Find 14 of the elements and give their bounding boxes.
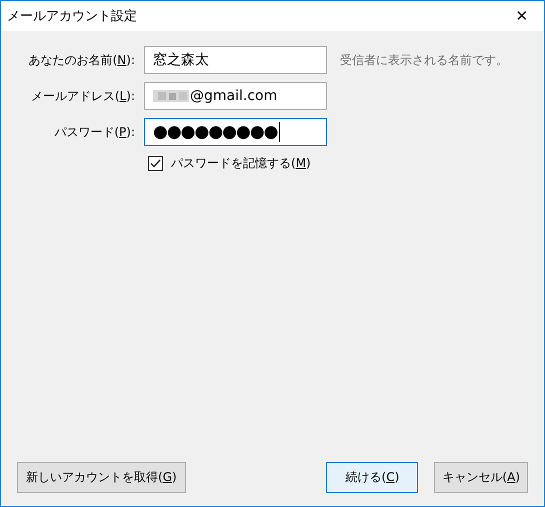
- checkbox-label[interactable]: パスワードを記憶する(M): [171, 155, 311, 172]
- close-button[interactable]: ✕: [500, 1, 544, 31]
- checkbox[interactable]: [148, 156, 163, 171]
- field-label: メールアドレス(L):: [30, 88, 136, 104]
- dialog-button[interactable]: 続ける(C): [326, 462, 418, 493]
- window-title: メールアカウント設定: [7, 8, 137, 25]
- field-label: あなたのお名前(N):: [28, 52, 136, 68]
- hint-text: 受信者に表示される名前です。: [340, 52, 508, 68]
- input-field[interactable]: @gmail.com: [144, 82, 327, 110]
- field-label: パスワード(P):: [53, 124, 136, 140]
- input-field[interactable]: ●●●●●●●●●: [144, 118, 327, 146]
- input-field[interactable]: 窓之森太: [144, 46, 327, 74]
- dialog-button[interactable]: キャンセル(A): [434, 462, 528, 493]
- dialog-button[interactable]: 新しいアカウントを取得(G): [17, 462, 186, 493]
